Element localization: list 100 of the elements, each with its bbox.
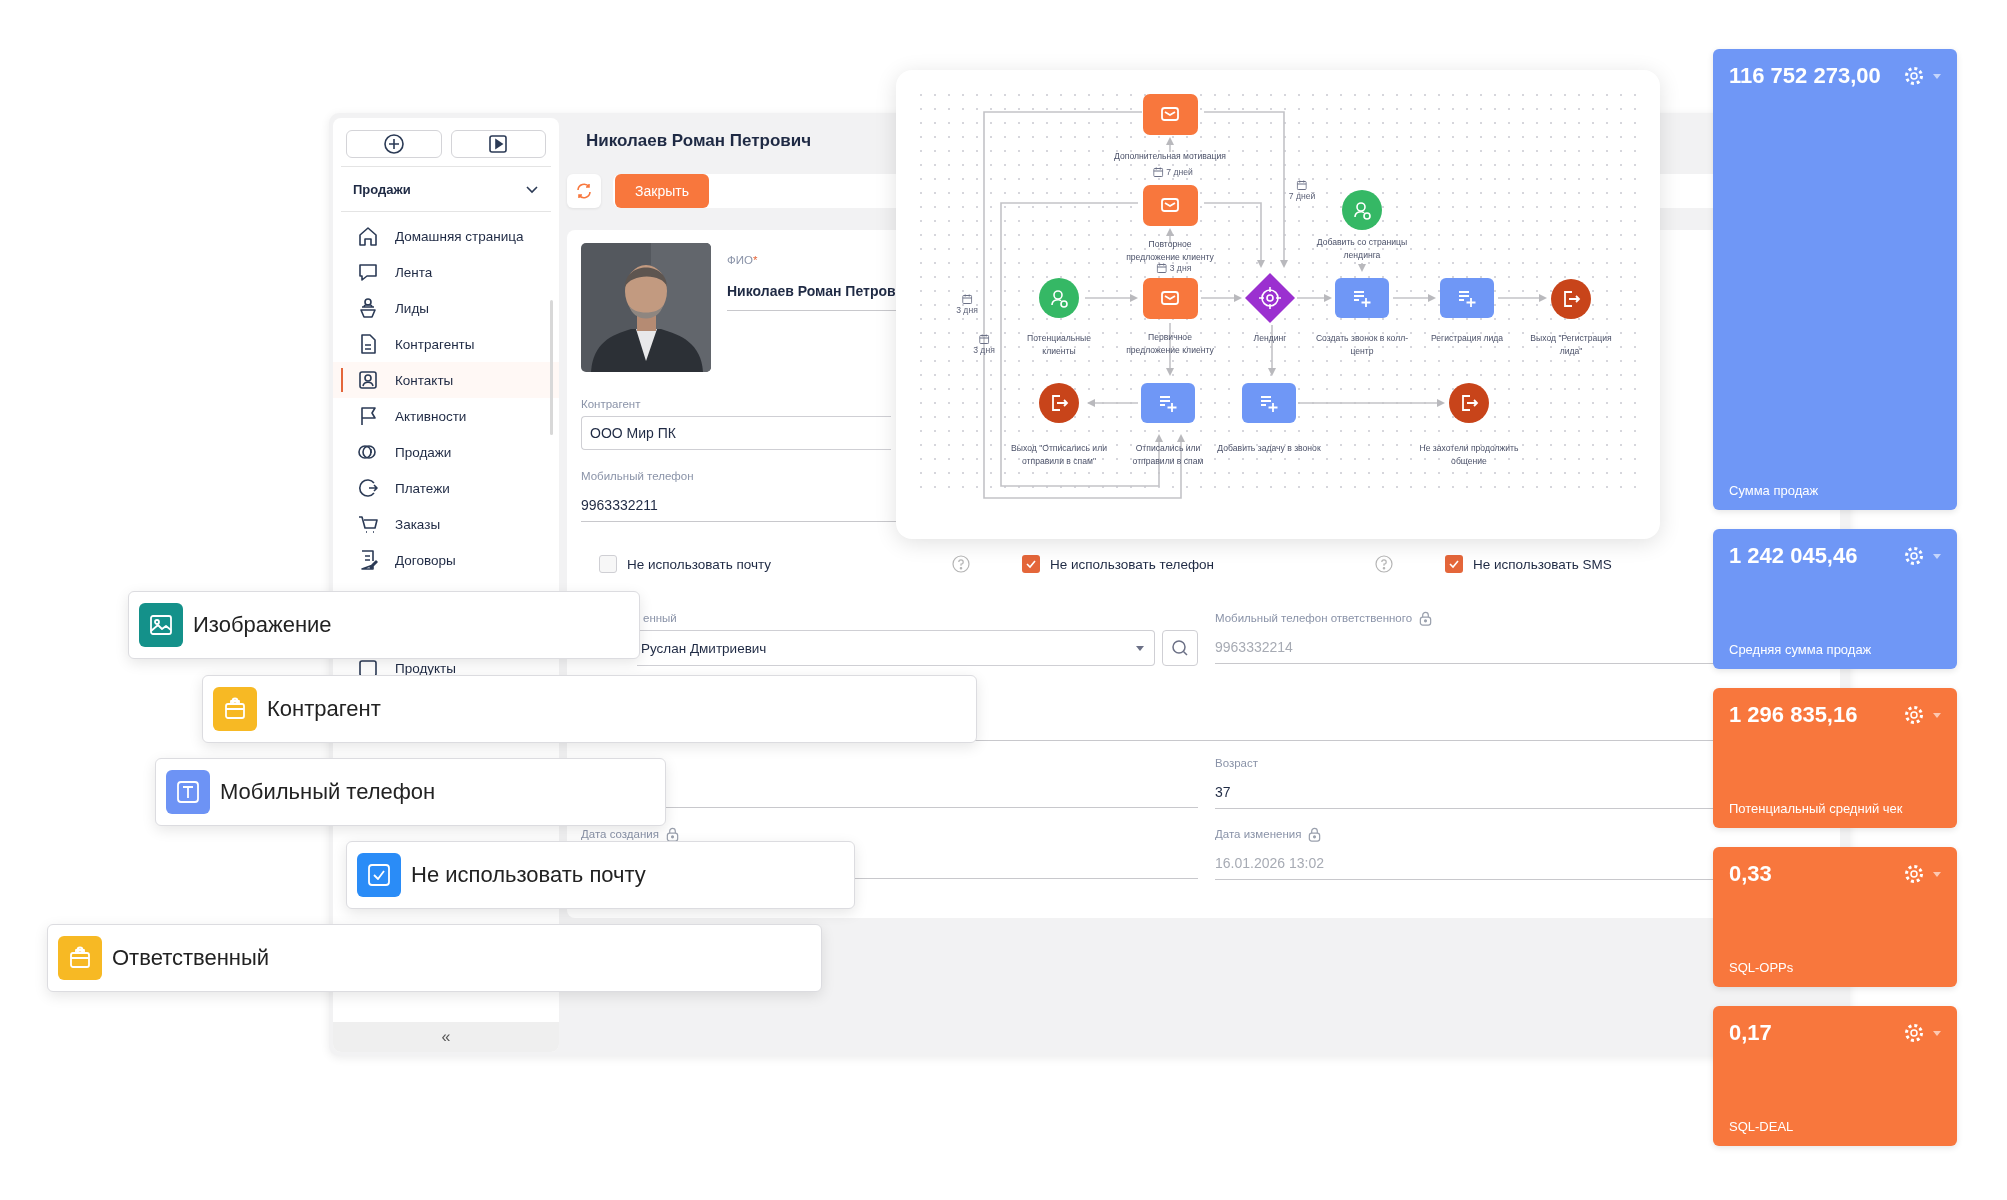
- task-add-icon: [1159, 396, 1178, 413]
- checkbox-label: Не использовать почту: [627, 556, 772, 572]
- caret-icon[interactable]: [1933, 73, 1941, 79]
- calendar-icon: [1156, 263, 1167, 273]
- kpi-label: Сумма продаж: [1729, 483, 1820, 498]
- sidebar-item[interactable]: Лиды: [333, 290, 559, 326]
- briefcase-icon: [58, 936, 102, 980]
- start-node[interactable]: [1342, 190, 1382, 230]
- help-icon[interactable]: [952, 555, 970, 573]
- kpi-value: 116 752 273,00: [1729, 63, 1882, 89]
- refresh-icon: [575, 182, 593, 200]
- connector-arrow: [1296, 294, 1332, 302]
- menu-icon: [357, 261, 379, 283]
- field-label: Мобильный телефон ответственного: [1215, 612, 1413, 624]
- envelope-icon: [1161, 198, 1179, 212]
- collapse-button[interactable]: «: [333, 1022, 559, 1052]
- sidebar-item[interactable]: Контрагенты: [333, 326, 559, 362]
- checkbox-icon: [357, 853, 401, 897]
- node-label: Не захотели продолжить общение: [1418, 442, 1520, 468]
- email-node[interactable]: [1143, 94, 1198, 135]
- checkbox-label: Не использовать SMS: [1473, 556, 1612, 572]
- help-icon[interactable]: [1375, 555, 1393, 573]
- task-node[interactable]: [1141, 383, 1195, 423]
- calendar-icon: [979, 334, 989, 344]
- settings-icon[interactable]: [1903, 1022, 1925, 1044]
- sidebar-item[interactable]: Контакты: [333, 362, 559, 398]
- checkbox[interactable]: [599, 555, 617, 573]
- field-label: Мобильный телефон: [581, 470, 694, 482]
- sidebar-item[interactable]: Продажи: [333, 434, 559, 470]
- node-label: Дополнительная мотивация: [1113, 150, 1227, 163]
- kpi-value: 0,33: [1729, 861, 1773, 887]
- kpi-label: SQL-OPPs: [1729, 960, 1795, 975]
- node-label: Регистрация лида: [1429, 332, 1505, 345]
- add-button[interactable]: [346, 130, 442, 158]
- scrollbar[interactable]: [550, 300, 553, 435]
- play-button[interactable]: [450, 130, 546, 158]
- field-type-card[interactable]: Ответственный: [47, 924, 822, 992]
- field-label: Дата изменения: [1215, 828, 1302, 840]
- field-type-card[interactable]: Мобильный телефон: [155, 758, 666, 826]
- connector-arrow: [1200, 294, 1242, 302]
- field-label: Дата создания: [581, 828, 659, 840]
- delay-label: 3 дня: [973, 345, 995, 355]
- checkbox[interactable]: [1445, 555, 1463, 573]
- node-label: Отписались или отправили в спам: [1131, 442, 1205, 468]
- refresh-button[interactable]: [567, 174, 601, 208]
- image-icon: [139, 603, 183, 647]
- email-node[interactable]: [1143, 278, 1198, 319]
- plus-icon: [382, 133, 405, 155]
- exit-icon: [1564, 291, 1581, 307]
- settings-icon[interactable]: [1903, 704, 1925, 726]
- caret-icon: [1136, 645, 1144, 651]
- calendar-icon: [1153, 167, 1164, 177]
- caret-icon[interactable]: [1933, 871, 1941, 877]
- email-node[interactable]: [1143, 185, 1198, 226]
- node-label: Добавить задачу в звонок: [1216, 442, 1322, 455]
- field-type-card[interactable]: Изображение: [128, 591, 640, 659]
- counterparty-field[interactable]: ООО Мир ПК: [581, 416, 891, 450]
- name-field[interactable]: Николаев Роман Петров: [727, 283, 896, 299]
- delay-label: 3 дня: [1169, 263, 1192, 273]
- sidebar-item[interactable]: Договоры: [333, 542, 559, 578]
- menu-icon: [357, 513, 379, 535]
- sidebar-item[interactable]: Заказы: [333, 506, 559, 542]
- task-node[interactable]: [1242, 383, 1296, 423]
- menu-icon: [357, 297, 379, 319]
- node-label: Выход "Регистрация лида": [1529, 332, 1613, 358]
- delay-label: 7 дней: [1166, 167, 1193, 177]
- search-button[interactable]: [1162, 630, 1198, 666]
- settings-icon[interactable]: [1903, 545, 1925, 567]
- caret-icon[interactable]: [1933, 553, 1941, 559]
- exit-node[interactable]: [1551, 279, 1591, 319]
- task-node[interactable]: [1440, 278, 1494, 318]
- task-node[interactable]: [1335, 278, 1389, 318]
- phone-field[interactable]: 9963332211: [581, 497, 658, 513]
- caret-icon[interactable]: [1933, 1030, 1941, 1036]
- start-node[interactable]: [1039, 278, 1079, 318]
- field-type-card[interactable]: Не использовать почту: [346, 841, 855, 909]
- settings-icon[interactable]: [1903, 863, 1925, 885]
- responsible-select[interactable]: Руслан Дмитриевич: [637, 630, 1155, 666]
- sidebar-item[interactable]: Домашняя страница: [333, 218, 559, 254]
- sidebar-item[interactable]: Платежи: [333, 470, 559, 506]
- connector-arrow: [1392, 294, 1436, 302]
- caret-icon[interactable]: [1933, 712, 1941, 718]
- exit-node[interactable]: [1449, 383, 1489, 423]
- check-icon: [1448, 558, 1460, 570]
- exit-icon: [1462, 395, 1479, 411]
- checkbox[interactable]: [1022, 555, 1040, 573]
- node-label: Создать звонок в колл-центр: [1314, 332, 1410, 358]
- menu-icon: [357, 369, 379, 391]
- sidebar-item[interactable]: Лента: [333, 254, 559, 290]
- field-type-card[interactable]: Контрагент: [202, 675, 977, 743]
- exit-node[interactable]: [1039, 383, 1079, 423]
- menu-icon: [357, 477, 379, 499]
- age-field[interactable]: 37: [1215, 784, 1231, 800]
- sidebar-item[interactable]: Активности: [333, 398, 559, 434]
- section-dropdown[interactable]: Продажи: [341, 167, 551, 212]
- landing-node[interactable]: [1245, 273, 1295, 323]
- record-title: Николаев Роман Петрович: [586, 130, 812, 152]
- target-icon: [1258, 286, 1282, 310]
- field-label: Контрагент: [581, 398, 641, 410]
- settings-icon[interactable]: [1903, 65, 1925, 87]
